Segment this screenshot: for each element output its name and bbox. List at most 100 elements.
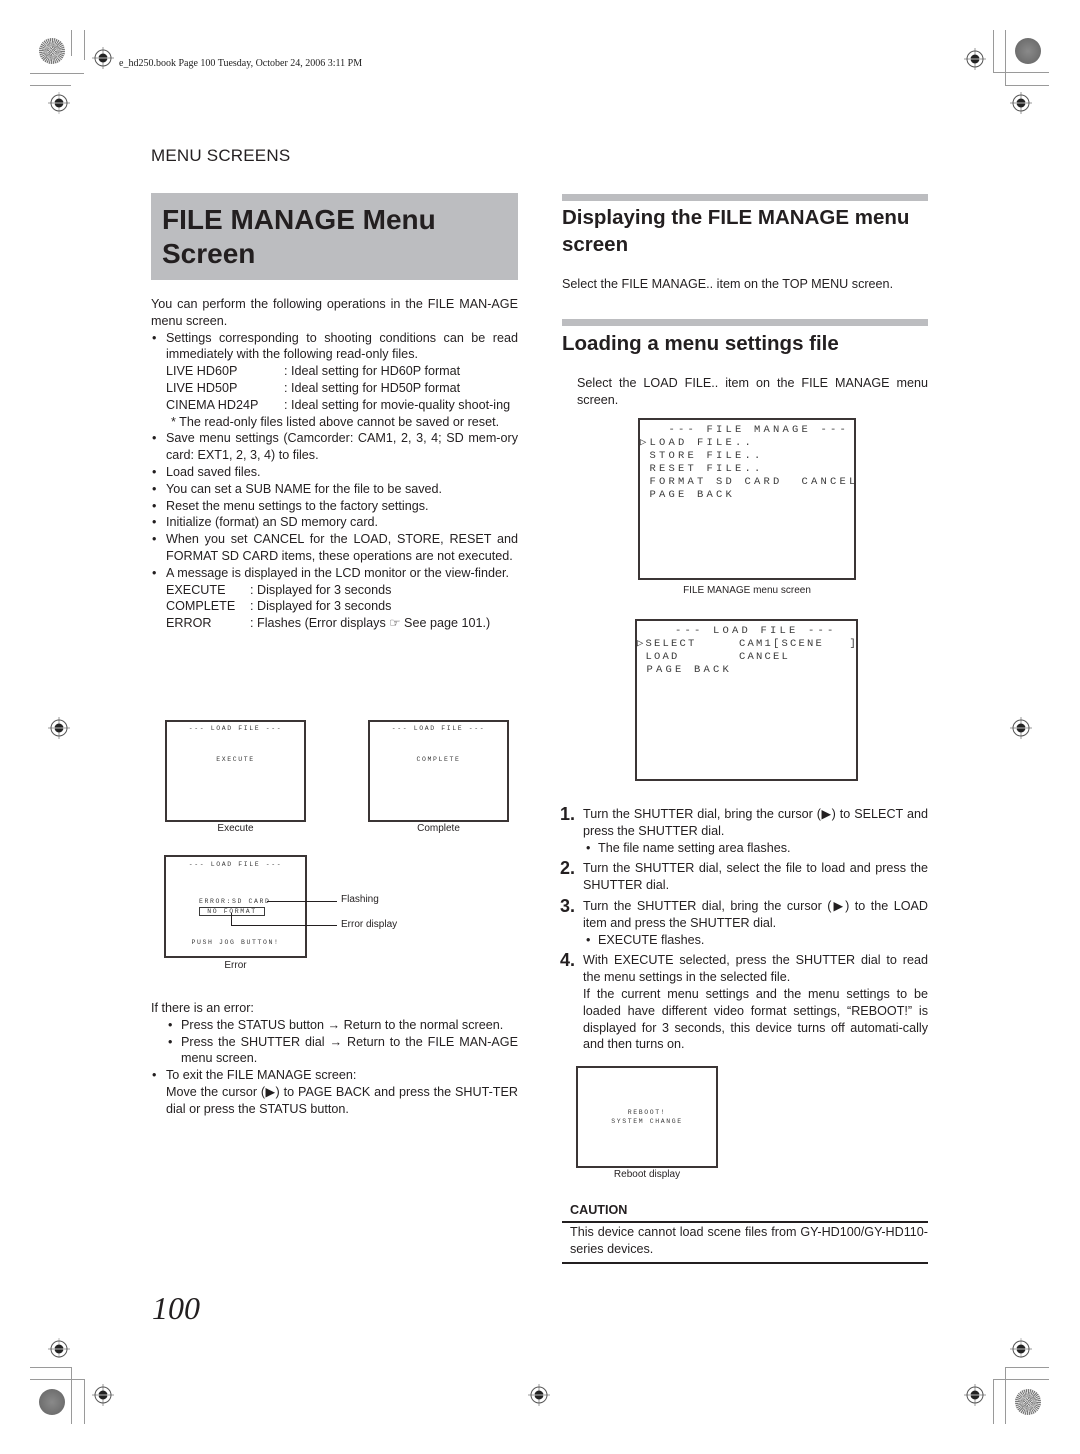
step-subtext: The file name setting area flashes. xyxy=(583,840,928,857)
display-instructions: Select the FILE MANAGE.. item on the TOP… xyxy=(562,277,894,291)
print-slug: e_hd250.book Page 100 Tuesday, October 2… xyxy=(119,58,363,69)
error-line-display: NO FORMAT xyxy=(199,907,265,916)
file-name: LIVE HD60P xyxy=(166,364,238,379)
screen-header: --- LOAD FILE --- xyxy=(188,861,283,868)
error-intro: If there is an error: xyxy=(151,1001,254,1015)
bullet-item: When you set CANCEL for the LOAD, STORE,… xyxy=(151,531,518,565)
error-step: Press the SHUTTER dial → Return to the F… xyxy=(151,1034,518,1068)
file-desc: : Ideal setting for HD60P format xyxy=(284,364,461,379)
page-title-line2: Screen xyxy=(162,238,256,269)
menu-item-page-back: PAGE BACK xyxy=(640,489,736,501)
crop-mark xyxy=(84,1379,85,1424)
registration-target-icon xyxy=(48,1338,70,1360)
registration-target-icon xyxy=(1010,1338,1032,1360)
registration-target-icon xyxy=(964,1384,986,1406)
menu-line-header: --- LOAD FILE --- xyxy=(637,625,837,637)
exit-text: Move the cursor (▶) to PAGE BACK and pre… xyxy=(166,1084,518,1116)
registration-target-icon xyxy=(964,48,986,70)
registration-target-icon xyxy=(92,1384,114,1406)
menu-item-reset-file: RESET FILE.. xyxy=(640,463,764,475)
registration-target-icon xyxy=(48,717,70,739)
registration-disc-icon xyxy=(1015,1389,1041,1415)
step-1: 1. Turn the SHUTTER dial, bring the curs… xyxy=(560,804,928,857)
file-desc: : Ideal setting for HD50P format xyxy=(284,380,461,395)
screen-body: EXECUTE xyxy=(216,756,255,763)
menu-item-store-file: STORE FILE.. xyxy=(640,450,764,462)
registration-disc-icon xyxy=(39,1389,65,1415)
message-name: EXECUTE xyxy=(166,582,226,597)
heading-displaying: Displaying the FILE MANAGE menu screen xyxy=(562,206,910,256)
bullet-item: Save menu settings (Camcorder: CAM1, 2, … xyxy=(151,430,518,464)
registration-target-icon xyxy=(48,92,70,114)
menu-item-select: ▷SELECT CAM1[SCENE ] xyxy=(637,638,859,650)
screen-header: --- LOAD FILE --- xyxy=(391,725,486,732)
callout-flashing: Flashing xyxy=(341,894,379,905)
reboot-line2: SYSTEM CHANGE xyxy=(611,1118,683,1125)
registration-target-icon xyxy=(1010,717,1032,739)
menu-item-load: LOAD CANCEL xyxy=(637,651,791,663)
screen-body: COMPLETE xyxy=(416,756,461,763)
loading-instructions: Select the LOAD FILE.. item on the FILE … xyxy=(577,376,928,407)
crop-mark xyxy=(993,72,1049,73)
reboot-caption: Reboot display xyxy=(613,1169,681,1180)
menu-item-format-sd-card: FORMAT SD CARD CANCEL xyxy=(640,476,859,488)
section-label: MENU SCREENS xyxy=(151,146,291,165)
bullet-item: Initialize (format) an SD memory card. xyxy=(151,514,518,531)
crop-mark xyxy=(30,85,71,86)
crop-mark xyxy=(1005,85,1049,86)
message-desc: : Displayed for 3 seconds xyxy=(250,599,392,614)
error-step: Press the STATUS button → Return to the … xyxy=(151,1017,518,1034)
load-file-screen: --- LOAD FILE --- ▷SELECT CAM1[SCENE ] L… xyxy=(635,619,858,781)
crop-mark xyxy=(30,1367,71,1368)
error-line-flashing: ERROR:SD CARD xyxy=(199,898,271,905)
bullet-item: You can set a SUB NAME for the file to b… xyxy=(151,481,518,498)
bullet-item: Load saved files. xyxy=(151,464,518,481)
registration-target-icon xyxy=(528,1384,550,1406)
crop-mark xyxy=(993,1379,994,1424)
step-number: 2. xyxy=(560,858,576,879)
registration-disc-icon xyxy=(1015,38,1041,64)
message-desc: : Flashes (Error displays ☞ See page 101… xyxy=(250,616,491,631)
heading-bar xyxy=(562,319,928,326)
execute-caption: Execute xyxy=(217,823,254,834)
message-name: COMPLETE xyxy=(166,599,236,614)
execute-screen: --- LOAD FILE --- EXECUTE xyxy=(165,720,306,822)
step-3: 3. Turn the SHUTTER dial, bring the curs… xyxy=(560,896,928,948)
reboot-screen: REBOOT! SYSTEM CHANGE xyxy=(576,1066,718,1168)
caution-rule-bottom xyxy=(562,1262,928,1264)
crop-mark xyxy=(1005,30,1006,86)
file-name: CINEMA HD24P xyxy=(166,397,259,412)
step-number: 1. xyxy=(560,804,576,824)
exit-bullet: To exit the FILE MANAGE screen: xyxy=(151,1067,518,1084)
menu-item-page-back: PAGE BACK xyxy=(637,664,733,676)
load-steps: 1. Turn the SHUTTER dial, bring the curs… xyxy=(560,804,928,1057)
left-column: You can perform the following operations… xyxy=(151,296,518,632)
reboot-line1: REBOOT! xyxy=(627,1109,667,1116)
readonly-files-table: LIVE HD60P : Ideal setting for HD60P for… xyxy=(151,363,518,413)
callout-error-display: Error display xyxy=(341,919,398,930)
menu-item-load-file: ▷LOAD FILE.. xyxy=(640,437,755,449)
step-text: With EXECUTE selected, press the SHUTTER… xyxy=(583,953,928,985)
error-screen: --- LOAD FILE --- ERROR:SD CARD NO FORMA… xyxy=(164,855,307,958)
file-name: LIVE HD50P xyxy=(166,380,238,395)
crop-mark xyxy=(1005,1367,1049,1368)
caution-text: This device cannot load scene files from… xyxy=(570,1225,928,1256)
crop-mark xyxy=(30,1379,84,1380)
error-instructions: If there is an error: Press the STATUS b… xyxy=(151,1000,518,1118)
step-2: 2. Turn the SHUTTER dial, select the fil… xyxy=(560,858,928,894)
crop-mark xyxy=(993,30,994,73)
registration-target-icon xyxy=(1010,92,1032,114)
crop-mark xyxy=(71,30,72,56)
crop-mark xyxy=(1005,1367,1006,1424)
crop-mark xyxy=(993,1379,1049,1380)
bullet-item: Reset the menu settings to the factory s… xyxy=(151,498,518,515)
heading-bar xyxy=(562,194,928,201)
callout-line xyxy=(267,901,337,902)
error-caption: Error xyxy=(224,960,247,971)
bullet-item: A message is displayed in the LCD monito… xyxy=(151,565,518,582)
step-4: 4. With EXECUTE selected, press the SHUT… xyxy=(560,950,928,1053)
message-name: ERROR xyxy=(166,616,212,631)
complete-caption: Complete xyxy=(417,823,460,834)
screen-footer: PUSH JOG BUTTON! xyxy=(191,939,280,946)
message-desc: : Displayed for 3 seconds xyxy=(250,582,392,597)
